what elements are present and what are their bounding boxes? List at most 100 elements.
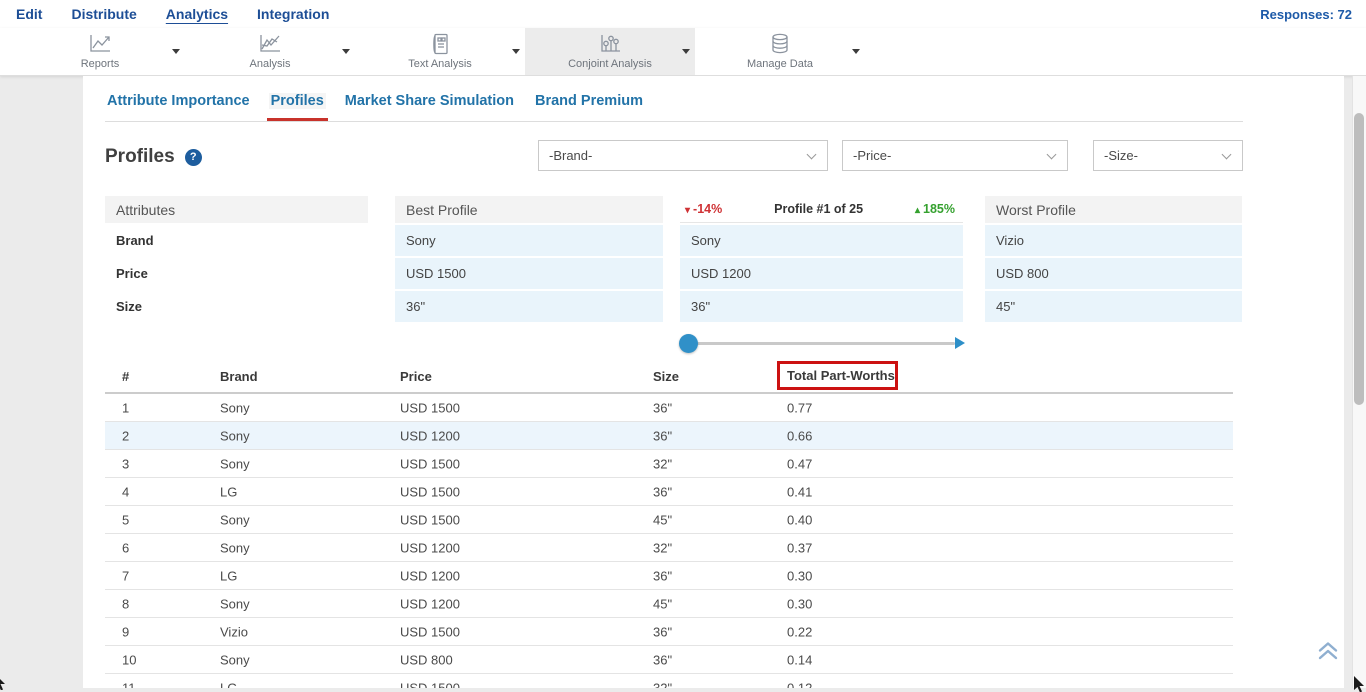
toolbar-item-reports[interactable]: Reports bbox=[15, 28, 185, 75]
cell-brand: Sony bbox=[220, 596, 250, 611]
cell-total-part-worths: 0.47 bbox=[787, 456, 812, 471]
table-row[interactable]: 7 LG USD 1200 36" 0.30 bbox=[105, 562, 1233, 590]
toolbar-item-label: Conjoint Analysis bbox=[568, 58, 652, 70]
delta-up-value: 185% bbox=[923, 202, 955, 216]
cell-rank: 7 bbox=[122, 568, 129, 583]
cell-price: USD 1200 bbox=[400, 428, 460, 443]
table-row[interactable]: 6 Sony USD 1200 32" 0.37 bbox=[105, 534, 1233, 562]
table-row[interactable]: 11 LG USD 1500 32" 0.12 bbox=[105, 674, 1233, 688]
current-profile-size: 36" bbox=[680, 291, 963, 322]
tab-market-share-simulation[interactable]: Market Share Simulation bbox=[343, 93, 516, 109]
current-profile-title: Profile #1 of 25 bbox=[774, 202, 863, 216]
content-panel: Attribute Importance Profiles Market Sha… bbox=[83, 76, 1344, 688]
chevron-down-icon bbox=[1222, 150, 1232, 160]
chevron-down-icon[interactable] bbox=[342, 49, 350, 54]
current-profile-header: -14% Profile #1 of 25 185% bbox=[680, 196, 963, 223]
cell-brand: Sony bbox=[220, 400, 250, 415]
table-row[interactable]: 10 Sony USD 800 36" 0.14 bbox=[105, 646, 1233, 674]
cell-brand: Sony bbox=[220, 512, 250, 527]
line-chart-icon bbox=[87, 33, 113, 55]
cell-total-part-worths: 0.37 bbox=[787, 540, 812, 555]
cell-total-part-worths: 0.66 bbox=[787, 428, 812, 443]
table-row[interactable]: 2 Sony USD 1200 36" 0.66 bbox=[105, 422, 1233, 450]
cell-total-part-worths: 0.22 bbox=[787, 624, 812, 639]
analytics-toolbar: Reports Analysis Text Analysis Conjoint … bbox=[0, 28, 1366, 76]
annotation-highlight-box: Total Part-Worths bbox=[777, 361, 898, 390]
tab-brand-premium[interactable]: Brand Premium bbox=[533, 93, 645, 109]
header-brand: Brand bbox=[220, 369, 258, 384]
size-filter-dropdown[interactable]: -Size- bbox=[1093, 140, 1243, 171]
profile-slider-track[interactable] bbox=[688, 342, 955, 345]
attribute-label-size: Size bbox=[105, 291, 368, 322]
delta-down-badge: -14% bbox=[685, 202, 722, 216]
delta-up-badge: 185% bbox=[915, 202, 955, 216]
worst-profile-header: Worst Profile bbox=[985, 196, 1242, 223]
page-title-text: Profiles bbox=[105, 146, 175, 168]
cell-size: 32" bbox=[653, 680, 672, 688]
tab-attribute-importance[interactable]: Attribute Importance bbox=[105, 93, 252, 109]
tab-profiles[interactable]: Profiles bbox=[269, 93, 326, 109]
table-row[interactable]: 9 Vizio USD 1500 36" 0.22 bbox=[105, 618, 1233, 646]
slider-next-arrow-icon[interactable] bbox=[955, 337, 965, 349]
cell-brand: LG bbox=[220, 484, 237, 499]
header-rank: # bbox=[122, 369, 129, 384]
cell-size: 32" bbox=[653, 540, 672, 555]
cell-rank: 9 bbox=[122, 624, 129, 639]
chevron-down-icon[interactable] bbox=[512, 49, 520, 54]
toolbar-item-label: Manage Data bbox=[747, 58, 813, 70]
cell-rank: 1 bbox=[122, 400, 129, 415]
cell-rank: 11 bbox=[122, 680, 136, 688]
worst-profile-column: Worst Profile Vizio USD 800 45" bbox=[985, 196, 1242, 322]
worst-profile-brand: Vizio bbox=[985, 225, 1242, 256]
cell-size: 36" bbox=[653, 624, 672, 639]
price-filter-dropdown[interactable]: -Price- bbox=[842, 140, 1068, 171]
conjoint-subtabs: Attribute Importance Profiles Market Sha… bbox=[105, 93, 1243, 122]
nav-item-distribute[interactable]: Distribute bbox=[71, 6, 136, 22]
chevron-down-icon[interactable] bbox=[172, 49, 180, 54]
cell-brand: Sony bbox=[220, 428, 250, 443]
toolbar-item-manage-data[interactable]: Manage Data bbox=[695, 28, 865, 75]
table-row[interactable]: 8 Sony USD 1200 45" 0.30 bbox=[105, 590, 1233, 618]
cell-total-part-worths: 0.14 bbox=[787, 652, 812, 667]
cell-price: USD 1200 bbox=[400, 596, 460, 611]
current-profile-brand: Sony bbox=[680, 225, 963, 256]
table-row[interactable]: 1 Sony USD 1500 36" 0.77 bbox=[105, 394, 1233, 422]
nav-item-integration[interactable]: Integration bbox=[257, 6, 329, 22]
part-worths-table: # Brand Price Size Total Part-Worths 1 S… bbox=[105, 361, 1233, 688]
table-row[interactable]: 4 LG USD 1500 36" 0.41 bbox=[105, 478, 1233, 506]
toolbar-item-label: Reports bbox=[81, 58, 120, 70]
vertical-scrollbar-thumb[interactable] bbox=[1354, 113, 1364, 405]
cell-price: USD 1500 bbox=[400, 512, 460, 527]
header-size: Size bbox=[653, 369, 679, 384]
chevron-down-icon[interactable] bbox=[682, 49, 690, 54]
nav-item-edit[interactable]: Edit bbox=[16, 6, 42, 22]
cell-total-part-worths: 0.41 bbox=[787, 484, 812, 499]
brand-filter-dropdown[interactable]: -Brand- bbox=[538, 140, 828, 171]
cell-size: 36" bbox=[653, 484, 672, 499]
scroll-to-top-button[interactable] bbox=[1316, 639, 1340, 663]
nav-item-analytics[interactable]: Analytics bbox=[166, 6, 228, 22]
cell-total-part-worths: 0.30 bbox=[787, 568, 812, 583]
cell-size: 36" bbox=[653, 652, 672, 667]
responses-count[interactable]: Responses: 72 bbox=[1260, 0, 1352, 28]
table-row[interactable]: 3 Sony USD 1500 32" 0.47 bbox=[105, 450, 1233, 478]
size-filter-value: -Size- bbox=[1104, 148, 1138, 163]
chevron-down-icon[interactable] bbox=[852, 49, 860, 54]
triangle-down-icon bbox=[685, 202, 690, 216]
cell-size: 45" bbox=[653, 512, 672, 527]
cell-price: USD 1500 bbox=[400, 456, 460, 471]
best-profile-column: Best Profile Sony USD 1500 36" bbox=[395, 196, 663, 322]
toolbar-item-text-analysis[interactable]: Text Analysis bbox=[355, 28, 525, 75]
chevron-down-icon bbox=[1047, 150, 1057, 160]
toolbar-item-conjoint-analysis[interactable]: Conjoint Analysis bbox=[525, 28, 695, 75]
toolbar-item-analysis[interactable]: Analysis bbox=[185, 28, 355, 75]
cell-brand: Sony bbox=[220, 540, 250, 555]
help-icon[interactable]: ? bbox=[185, 149, 202, 166]
toolbar-item-label: Text Analysis bbox=[408, 58, 472, 70]
table-row[interactable]: 5 Sony USD 1500 45" 0.40 bbox=[105, 506, 1233, 534]
double-chevron-up-icon bbox=[1316, 639, 1340, 663]
cell-price: USD 1200 bbox=[400, 540, 460, 555]
attribute-label-brand: Brand bbox=[105, 225, 368, 256]
cell-rank: 3 bbox=[122, 456, 129, 471]
profile-slider-handle[interactable] bbox=[679, 334, 698, 353]
